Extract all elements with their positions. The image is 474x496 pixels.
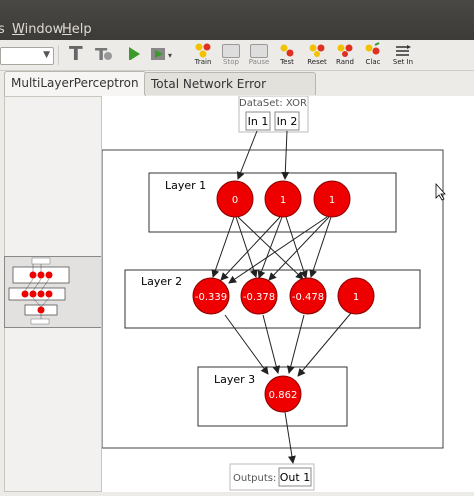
menu-label-help: elp	[71, 22, 92, 37]
rand-button[interactable]: Rand	[330, 42, 360, 66]
layer-2-label: Layer 2	[141, 275, 182, 288]
menu-label-window: indow	[24, 22, 64, 37]
train-label: Train	[194, 58, 212, 66]
play-icon	[129, 47, 140, 60]
network-diagram: DataSet: XOR In 1 In 2 Layer 1 Layer 2 L…	[101, 95, 446, 491]
dataset-label: DataSet: XOR	[239, 98, 307, 109]
navigator-overview[interactable]	[4, 256, 102, 328]
outputs-label: Outputs:	[233, 473, 276, 484]
run-button[interactable]	[118, 44, 148, 60]
menu-item-help[interactable]: Help	[62, 22, 92, 37]
menu-mnemonic: W	[12, 22, 25, 37]
tab-multilayer-perceptron[interactable]: MultiLayerPerceptron	[4, 71, 146, 96]
text-t-icon: T	[69, 44, 83, 60]
input-node-2-label: In 2	[277, 115, 298, 128]
tools-button[interactable]: T	[88, 44, 118, 60]
output-node-1-label: Out 1	[280, 471, 310, 484]
tab-label: MultiLayerPerceptron	[11, 76, 139, 90]
neuron-l1-2-value: 1	[280, 195, 286, 206]
neuron-l3-1-value: 0.862	[269, 390, 298, 401]
set-in-label: Set In	[392, 58, 414, 66]
input-node-1-label: In 1	[248, 115, 269, 128]
layer-3-label: Layer 3	[214, 373, 255, 386]
reset-icon	[309, 44, 325, 57]
test-icon	[280, 44, 294, 57]
menu-mnemonic: H	[62, 22, 72, 37]
neuron-l1-1-value: 0	[232, 195, 238, 206]
test-label: Test	[280, 58, 294, 66]
reset-label: Reset	[307, 58, 327, 66]
debug-button[interactable]: ▾	[146, 44, 176, 60]
chevron-down-icon: ▼	[43, 50, 50, 60]
train-button[interactable]: Train	[188, 42, 218, 66]
neuron-l2-3-value: -0.478	[292, 292, 324, 303]
reset-button[interactable]: Reset	[302, 42, 332, 66]
menu-item-window[interactable]: Window	[12, 22, 63, 37]
stop-button[interactable]: Stop	[216, 42, 246, 66]
tools-icon: T	[95, 45, 112, 60]
svg-text:▾: ▾	[168, 51, 172, 60]
neuron-l1-3-value: 1	[329, 195, 335, 206]
train-icon	[195, 43, 211, 58]
rand-label: Rand	[336, 58, 354, 66]
neuron-l2-1-value: -0.339	[195, 292, 227, 303]
stop-icon	[222, 44, 240, 58]
network-canvas[interactable]: DataSet: XOR In 1 In 2 Layer 1 Layer 2 L…	[101, 95, 474, 492]
toolbar-separator	[58, 45, 59, 65]
tab-total-network-error-graph[interactable]: Total Network Error Graphx	[144, 72, 316, 113]
overview-thumbnail	[8, 257, 70, 325]
set-in-icon	[396, 45, 411, 56]
text-tool-button[interactable]: T	[60, 44, 90, 60]
clac-icon	[365, 42, 380, 55]
debug-icon: ▾	[151, 48, 172, 60]
set-in-button[interactable]: Set In	[388, 42, 418, 66]
toolbar: ▼ T T ▾ Train Stop Pause Test Reset Rand…	[0, 40, 474, 71]
clac-button[interactable]: Clac	[358, 42, 388, 66]
config-combo[interactable]: ▼	[0, 47, 54, 65]
neuron-l2-4-value: 1	[353, 292, 359, 303]
editor-tabs: MultiLayerPerceptron Total Network Error…	[0, 70, 474, 113]
test-button[interactable]: Test	[272, 42, 302, 66]
pause-button[interactable]: Pause	[244, 42, 274, 66]
neuron-l2-2-value: -0.378	[243, 292, 275, 303]
layer-1-label: Layer 1	[165, 179, 206, 192]
svg-text:T: T	[69, 44, 83, 60]
mouse-cursor-icon	[435, 182, 446, 201]
menu-bar: s Window Help	[0, 0, 474, 40]
pause-label: Pause	[248, 58, 270, 66]
menu-item-tools[interactable]: s	[0, 22, 5, 37]
rand-icon	[337, 44, 353, 57]
pause-icon	[250, 44, 268, 58]
stop-label: Stop	[223, 58, 239, 66]
clac-label: Clac	[365, 58, 381, 66]
